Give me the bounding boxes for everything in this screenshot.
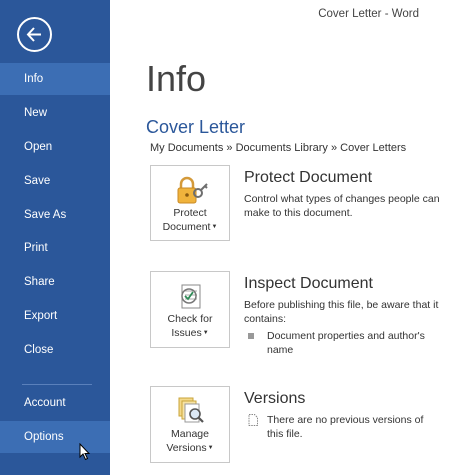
breadcrumb: My Documents » Documents Library » Cover… xyxy=(150,142,407,154)
nav-item-share[interactable]: Share xyxy=(0,266,110,298)
nav-divider xyxy=(22,384,92,385)
nav-item-open[interactable]: Open xyxy=(0,131,110,163)
nav-item-save[interactable]: Save xyxy=(0,165,110,197)
inspect-bullet-text: Document properties and author's name xyxy=(267,330,425,356)
check-for-issues-button[interactable]: Check for Issues▼ xyxy=(150,271,230,348)
list-item: Document properties and author's name xyxy=(248,329,438,359)
mouse-cursor-icon xyxy=(79,443,91,461)
nav-item-save-as[interactable]: Save As xyxy=(0,199,110,231)
versions-magnifier-icon xyxy=(178,397,204,423)
nav-item-close[interactable]: Close xyxy=(0,334,110,366)
versions-info: There are no previous versions of this f… xyxy=(248,413,458,443)
nav-item-info[interactable]: Info xyxy=(0,63,110,95)
protect-tile-label-1: Protect xyxy=(173,207,207,219)
back-button[interactable] xyxy=(17,17,52,52)
page-title: Info xyxy=(146,58,207,99)
chevron-down-icon: ▼ xyxy=(202,330,209,337)
inspect-document-title: Inspect Document xyxy=(244,275,373,292)
versions-title: Versions xyxy=(244,390,306,407)
chevron-down-icon: ▼ xyxy=(211,224,218,231)
nav-item-account[interactable]: Account xyxy=(0,387,110,419)
inspect-tile-label-2-row: Issues▼ xyxy=(151,326,229,340)
back-arrow-icon xyxy=(26,27,41,42)
protect-document-title: Protect Document xyxy=(244,169,373,186)
versions-tile-label-1: Manage xyxy=(171,428,209,440)
versions-tile-label-2-row: Versions▼ xyxy=(151,441,229,455)
protect-tile-label-2-row: Document▼ xyxy=(151,220,229,234)
versions-tile-label-2: Versions xyxy=(166,442,207,454)
inspect-document-description: Before publishing this file, be aware th… xyxy=(244,299,439,325)
backstage-sidebar: Info New Open Save Save As Print Share E… xyxy=(0,0,110,475)
document-icon xyxy=(248,414,258,426)
inspect-tile-label-1: Check for xyxy=(167,313,213,325)
nav-item-print[interactable]: Print xyxy=(0,232,110,264)
bullet-icon xyxy=(248,333,254,339)
nav-item-export[interactable]: Export xyxy=(0,300,110,332)
nav-item-options[interactable]: Options xyxy=(0,421,110,453)
protect-document-description: Control what types of changes people can… xyxy=(244,193,440,219)
check-document-icon xyxy=(181,284,201,309)
lock-key-icon xyxy=(177,176,208,204)
window-title: Cover Letter - Word xyxy=(318,8,419,20)
nav-item-new[interactable]: New xyxy=(0,97,110,129)
inspect-tile-label-2: Issues xyxy=(171,327,202,339)
chevron-down-icon: ▼ xyxy=(207,445,214,452)
protect-tile-label-2: Document xyxy=(162,221,211,233)
document-name: Cover Letter xyxy=(146,117,246,137)
versions-description: There are no previous versions of this f… xyxy=(267,414,424,440)
manage-versions-button[interactable]: Manage Versions▼ xyxy=(150,386,230,463)
protect-document-button[interactable]: Protect Document▼ xyxy=(150,165,230,241)
